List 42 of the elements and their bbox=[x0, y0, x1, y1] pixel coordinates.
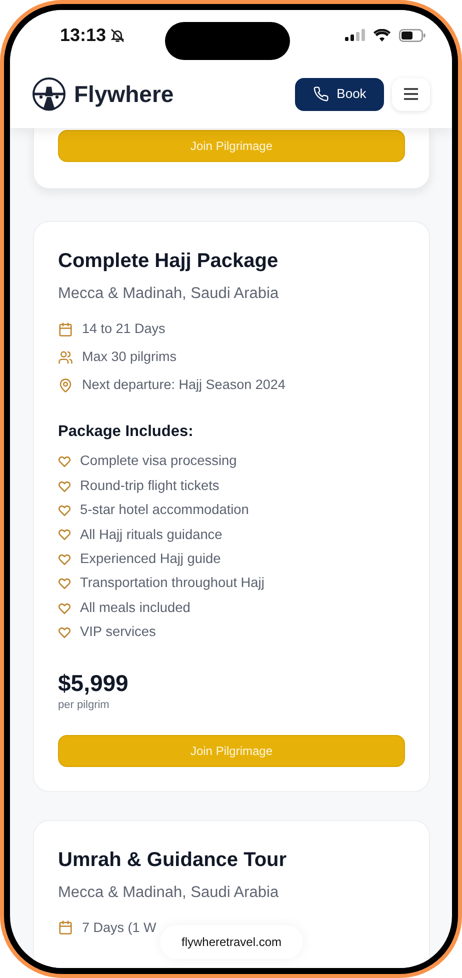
heart-icon bbox=[58, 552, 71, 566]
heart-icon bbox=[58, 577, 71, 590]
calendar-icon bbox=[58, 322, 73, 337]
included-item: All Hajj rituals guidance bbox=[80, 526, 222, 544]
phone-icon bbox=[312, 86, 329, 102]
brand-name: Flywhere bbox=[74, 80, 174, 109]
heart-icon bbox=[58, 504, 71, 517]
package-title: Umrah & Guidance Tour bbox=[58, 848, 288, 873]
clock-time: 13:13 bbox=[60, 24, 106, 46]
included-item: Transportation throughout Hajj bbox=[80, 574, 264, 592]
detail-text: 7 Days (1 W bbox=[82, 918, 156, 937]
heart-icon bbox=[58, 602, 71, 615]
included-item: Complete visa processing bbox=[80, 452, 237, 470]
heart-icon bbox=[58, 528, 71, 542]
included-item: 5-star hotel accommodation bbox=[80, 501, 249, 520]
wifi-icon bbox=[373, 28, 391, 42]
heart-icon bbox=[58, 626, 71, 639]
detail-text: 14 to 21 Days bbox=[82, 320, 166, 338]
menu-icon bbox=[403, 87, 419, 101]
calendar-icon bbox=[58, 920, 73, 936]
package-title: Complete Hajj Package bbox=[58, 249, 280, 274]
price-unit: per pilgrim bbox=[58, 698, 110, 714]
detail-text: Next departure: Hajj Season 2024 bbox=[82, 376, 286, 394]
airplane-logo-icon bbox=[32, 77, 66, 111]
battery-icon bbox=[399, 28, 426, 42]
map-pin-icon bbox=[58, 378, 73, 393]
package-price: $5,999 bbox=[58, 670, 130, 698]
package-location: Mecca & Madinah, Saudi Arabia bbox=[58, 882, 280, 903]
included-item: Experienced Hajj guide bbox=[80, 550, 221, 568]
heart-icon bbox=[58, 480, 71, 493]
book-button[interactable]: Book bbox=[295, 78, 384, 110]
detail-text: Max 30 pilgrims bbox=[82, 348, 177, 366]
url-bar[interactable]: flywheretravel.com bbox=[160, 925, 303, 959]
people-icon bbox=[58, 350, 73, 365]
included-item: Round-trip flight tickets bbox=[80, 476, 220, 495]
includes-heading: Package Includes: bbox=[58, 422, 194, 442]
menu-button[interactable] bbox=[392, 78, 430, 110]
included-item: All meals included bbox=[80, 598, 190, 617]
heart-icon bbox=[58, 455, 71, 468]
package-location: Mecca & Madinah, Saudi Arabia bbox=[58, 284, 280, 304]
signal-icon bbox=[345, 29, 365, 41]
included-item: VIP services bbox=[80, 623, 156, 642]
